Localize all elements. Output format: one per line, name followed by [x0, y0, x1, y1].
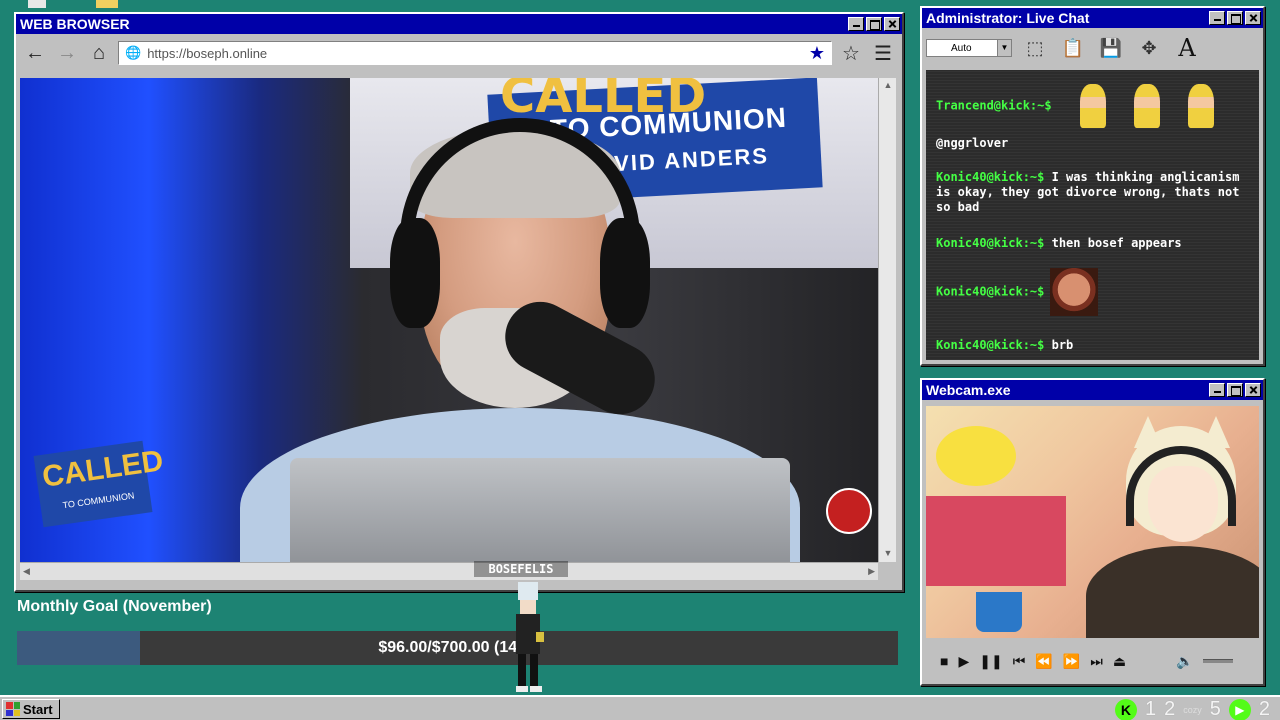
start-button[interactable]: Start	[2, 699, 60, 719]
vertical-scrollbar[interactable]: ▲ ▼	[878, 78, 896, 562]
laptop	[290, 458, 790, 562]
minimize-button[interactable]	[1209, 383, 1225, 397]
system-tray: K 1 2 cozy 5 ▶ 2	[1114, 697, 1270, 720]
scroll-down-icon[interactable]: ▼	[882, 548, 894, 560]
headphone-right	[600, 218, 650, 328]
pause-icon[interactable]: ❚❚	[979, 653, 1002, 670]
tray-number: 2	[1258, 698, 1270, 720]
maximize-button[interactable]	[1227, 11, 1243, 25]
goal-progress-bar: $96.00/$700.00 (14%)	[17, 631, 898, 665]
browser-window: WEB BROWSER ← → ⌂ 🌐 https://boseph.onlin…	[14, 12, 904, 592]
bookmark-star-icon[interactable]: ★	[809, 43, 825, 64]
browser-navbar: ← → ⌂ 🌐 https://boseph.online ★ ☆ ☰	[16, 34, 902, 72]
chat-message: @nggrlover	[936, 136, 1256, 151]
play-circle-icon[interactable]: ▶	[1228, 698, 1251, 720]
chat-messages[interactable]: Trancend@kick:~$ @nggrlover Konic40@kick…	[926, 70, 1259, 360]
horizontal-scrollbar[interactable]: ◀ ▶	[20, 562, 878, 580]
webcam-title: Webcam.exe	[926, 382, 1011, 398]
emote-girl-icon	[1079, 84, 1106, 128]
chat-toolbar: Auto ▼ ⬚ 📋 💾 ✥ A	[922, 28, 1263, 68]
chat-user: Konic40@kick:~$	[936, 338, 1045, 352]
zoom-select[interactable]: Auto ▼	[926, 39, 1012, 57]
chat-message: Konic40@kick:~$ then bosef appears	[936, 236, 1256, 251]
webcam-window: Webcam.exe ■ ▶ ❚❚ ⏮ ⏪ ⏩ ⏭ ⏏ 🔈	[920, 378, 1265, 686]
desktop-icon[interactable]	[28, 0, 46, 8]
browser-title: WEB BROWSER	[20, 16, 130, 32]
chat-text: brb	[1044, 338, 1074, 352]
goal-title: Monthly Goal (November)	[17, 598, 212, 615]
url-text: https://boseph.online	[147, 45, 268, 61]
fast-forward-icon[interactable]: ⏩	[1063, 653, 1080, 670]
play-icon[interactable]: ▶	[958, 653, 969, 670]
minimize-button[interactable]	[848, 17, 864, 31]
tray-number: 1	[1144, 698, 1157, 720]
chat-titlebar[interactable]: Administrator: Live Chat	[922, 8, 1263, 28]
emote-girl-icon	[1187, 84, 1214, 128]
called-logo: CALLED TO COMMUNION	[33, 440, 165, 528]
streamer-sprite	[516, 582, 544, 692]
stop-icon[interactable]: ■	[940, 653, 948, 669]
chat-user: Konic40@kick:~$	[936, 236, 1045, 250]
chat-text: @nggrlover	[936, 136, 1009, 150]
copy-icon[interactable]: 📋	[1058, 33, 1088, 63]
chat-user: Trancend@kick:~$	[936, 98, 1052, 113]
maximize-button[interactable]	[866, 17, 882, 31]
chat-message: Konic40@kick:~$ brb	[936, 338, 1256, 353]
font-icon[interactable]: A	[1172, 33, 1202, 63]
emote-laughing-face-icon	[1050, 268, 1099, 316]
chat-message: Konic40@kick:~$ I was thinking anglicani…	[936, 170, 1256, 215]
skip-back-icon[interactable]: ⏮	[1013, 653, 1026, 670]
menu-icon[interactable]: ☰	[870, 40, 896, 66]
streamer-name-tag: BOSEFELIS	[474, 561, 568, 577]
home-icon[interactable]: ⌂	[86, 40, 112, 66]
chat-message: Konic40@kick:~$	[936, 268, 1256, 316]
volume-icon[interactable]: 🔈	[1176, 653, 1193, 670]
kick-icon[interactable]: K	[1114, 698, 1137, 720]
eject-icon[interactable]: ⏏	[1113, 653, 1126, 670]
chat-title: Administrator: Live Chat	[926, 10, 1090, 26]
paste-icon[interactable]: 💾	[1096, 33, 1126, 63]
forward-arrow-icon[interactable]: →	[54, 40, 80, 66]
maximize-button[interactable]	[1227, 383, 1243, 397]
select-icon[interactable]: ⬚	[1020, 33, 1050, 63]
move-icon[interactable]: ✥	[1134, 33, 1164, 63]
chat-text: then bosef appears	[1044, 236, 1182, 250]
headphone-left	[390, 218, 440, 328]
close-button[interactable]	[1245, 383, 1261, 397]
goal-progress-text: $96.00/$700.00 (14%)	[378, 639, 537, 656]
chat-user: Konic40@kick:~$	[936, 170, 1045, 184]
globe-icon: 🌐	[125, 45, 142, 60]
chat-user: Konic40@kick:~$	[936, 284, 1045, 299]
tray-number: 5	[1209, 698, 1221, 720]
desktop-folder-icon[interactable]	[96, 0, 118, 8]
rewind-icon[interactable]: ⏪	[1035, 653, 1052, 670]
browser-titlebar[interactable]: WEB BROWSER	[16, 14, 902, 34]
chat-message: Trancend@kick:~$	[936, 84, 1256, 128]
emote-girl-icon	[1133, 84, 1160, 128]
tray-number: 2	[1164, 698, 1176, 720]
close-button[interactable]	[884, 17, 900, 31]
favorites-star-icon[interactable]: ☆	[838, 40, 864, 66]
webcam-titlebar[interactable]: Webcam.exe	[922, 380, 1263, 400]
windows-logo-icon	[6, 702, 20, 716]
close-button[interactable]	[1245, 11, 1261, 25]
chat-window: Administrator: Live Chat Auto ▼ ⬚ 📋 💾 ✥ …	[920, 6, 1265, 366]
video-player[interactable]: CALLED TO COMMUNION DAVID ANDERS CALLED …	[20, 78, 878, 562]
webcam-view	[926, 406, 1259, 638]
media-controls: ■ ▶ ❚❚ ⏮ ⏪ ⏩ ⏭ ⏏ 🔈	[926, 646, 1259, 676]
scroll-right-icon[interactable]: ▶	[868, 566, 875, 577]
taskbar: Start K 1 2 cozy 5 ▶ 2	[0, 695, 1280, 720]
address-bar[interactable]: 🌐 https://boseph.online ★	[118, 41, 832, 65]
chevron-down-icon[interactable]: ▼	[997, 40, 1011, 56]
back-arrow-icon[interactable]: ←	[22, 40, 48, 66]
scroll-up-icon[interactable]: ▲	[882, 80, 894, 92]
scroll-left-icon[interactable]: ◀	[23, 566, 30, 577]
cozy-icon[interactable]: cozy	[1183, 705, 1202, 715]
minimize-button[interactable]	[1209, 11, 1225, 25]
skip-forward-icon[interactable]: ⏭	[1090, 653, 1103, 670]
volume-slider[interactable]	[1203, 659, 1234, 663]
network-logo-icon	[826, 488, 872, 534]
